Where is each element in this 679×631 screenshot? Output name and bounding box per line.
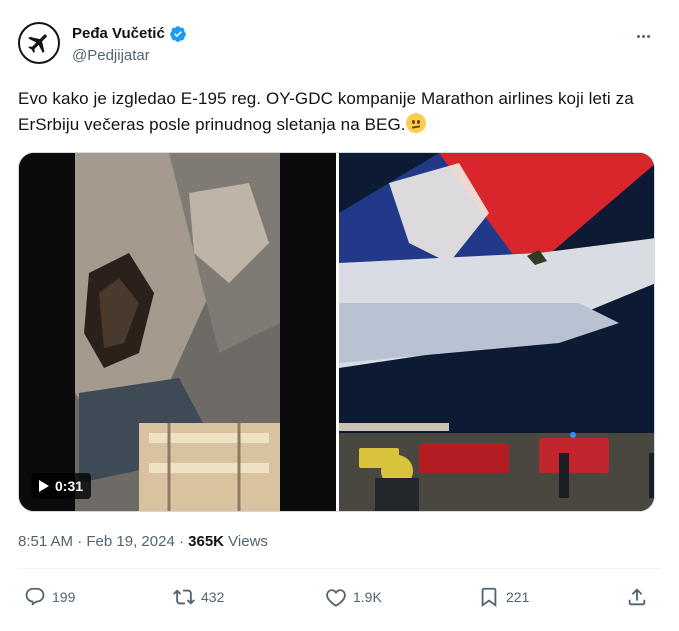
bookmark-count: 221 bbox=[506, 589, 530, 605]
views-label: Views bbox=[228, 533, 268, 550]
reply-button[interactable]: 199 bbox=[24, 582, 75, 612]
bookmark-icon bbox=[481, 587, 497, 608]
tweet-meta: 8:51 AM · Feb 19, 2024 · 365K Views bbox=[18, 532, 268, 552]
share-icon bbox=[628, 588, 646, 606]
avatar[interactable] bbox=[18, 22, 60, 64]
divider bbox=[18, 568, 661, 569]
views-count: 365K bbox=[188, 533, 224, 550]
like-button[interactable]: 1.9K bbox=[325, 582, 382, 612]
tweet-header: Peđa Vučetić @Pedjijatar bbox=[18, 22, 661, 70]
tweet-time[interactable]: 8:51 AM bbox=[18, 533, 73, 550]
more-options-icon[interactable] bbox=[631, 26, 655, 46]
author-handle[interactable]: @Pedjijatar bbox=[72, 46, 187, 66]
damaged-fuselage-photo[interactable] bbox=[19, 153, 336, 512]
meta-separator-2: · bbox=[178, 533, 184, 550]
tweet-text: Evo kako je izgledao E-195 reg. OY-GDC k… bbox=[18, 86, 668, 138]
like-count: 1.9K bbox=[353, 589, 382, 605]
action-bar: 199 432 1.9K 221 bbox=[18, 582, 661, 612]
tweet-media[interactable]: 0:31 bbox=[18, 152, 655, 512]
repost-count: 432 bbox=[201, 589, 225, 605]
damaged-tail-photo[interactable] bbox=[339, 153, 655, 512]
video-play-badge[interactable]: 0:31 bbox=[31, 473, 92, 499]
tweet-body: Evo kako je izgledao E-195 reg. OY-GDC k… bbox=[18, 89, 634, 134]
reply-count: 199 bbox=[52, 589, 76, 605]
verified-badge-icon bbox=[169, 26, 186, 42]
repost-button[interactable]: 432 bbox=[173, 582, 224, 612]
repost-icon bbox=[173, 589, 195, 605]
bookmark-button[interactable]: 221 bbox=[478, 582, 529, 612]
video-duration: 0:31 bbox=[55, 478, 84, 494]
heart-icon bbox=[326, 589, 346, 607]
share-button[interactable] bbox=[626, 582, 648, 612]
meta-separator: · bbox=[77, 533, 83, 550]
tweet-date[interactable]: Feb 19, 2024 bbox=[86, 533, 174, 550]
author-display-name[interactable]: Peđa Vučetić bbox=[72, 24, 165, 44]
reply-icon bbox=[25, 587, 45, 606]
confused-face-emoji-icon bbox=[405, 113, 426, 133]
play-icon[interactable] bbox=[39, 480, 49, 492]
airplane-icon bbox=[28, 34, 47, 53]
